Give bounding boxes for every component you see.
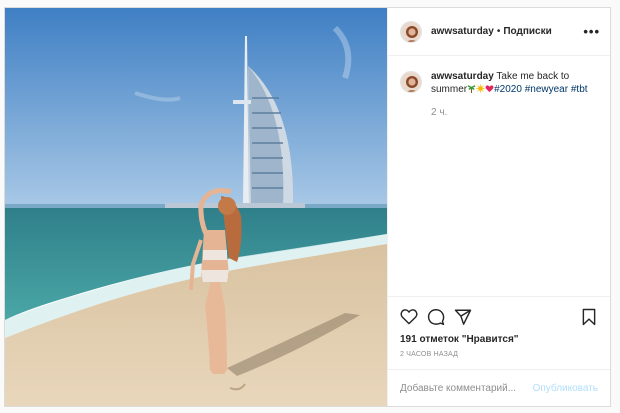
comment-button[interactable] [425, 306, 447, 328]
caption-time[interactable]: 2 ч. [431, 107, 598, 118]
post-header: awwsaturday • Подписки ••• [388, 8, 610, 56]
post-timestamp[interactable]: 2 ЧАСОВ НАЗАД [388, 351, 610, 358]
sun-emoji [476, 84, 485, 93]
comments-area: awwsaturday Take me back to summer #2020 … [388, 56, 610, 296]
heart-emoji [485, 85, 494, 93]
comment-input[interactable] [400, 382, 533, 394]
beach-photo-image [5, 8, 387, 406]
save-button[interactable] [578, 306, 600, 328]
like-button[interactable] [398, 306, 420, 328]
separator-dot: • [496, 26, 501, 37]
action-bar [388, 296, 610, 336]
share-icon [454, 309, 472, 325]
hashtag-2020[interactable]: #2020 [494, 84, 522, 95]
hashtag-newyear[interactable]: #newyear [525, 84, 568, 95]
heart-icon [400, 309, 418, 325]
share-button[interactable] [452, 306, 474, 328]
caption: awwsaturday Take me back to summer #2020 … [400, 70, 598, 96]
comment-icon [427, 308, 445, 325]
caption-username[interactable]: awwsaturday [431, 71, 494, 82]
following-button[interactable]: Подписки [503, 26, 551, 37]
bookmark-icon [582, 308, 596, 325]
caption-avatar[interactable] [400, 71, 422, 93]
publish-button[interactable]: Опубликовать [533, 383, 598, 394]
caption-text: awwsaturday Take me back to summer #2020 … [431, 70, 598, 96]
hashtag-tbt[interactable]: #tbt [571, 84, 588, 95]
palm-tree-emoji [467, 85, 476, 93]
avatar[interactable] [400, 20, 422, 43]
add-comment-bar: Опубликовать [388, 369, 610, 406]
post-photo[interactable] [5, 8, 387, 406]
more-options-icon[interactable]: ••• [583, 24, 600, 39]
instagram-post: awwsaturday • Подписки ••• awwsaturday T… [4, 7, 611, 407]
post-sidebar: awwsaturday • Подписки ••• awwsaturday T… [387, 8, 610, 406]
likes-count[interactable]: 191 отметок "Нравится" [388, 334, 610, 345]
header-username[interactable]: awwsaturday [431, 26, 494, 37]
